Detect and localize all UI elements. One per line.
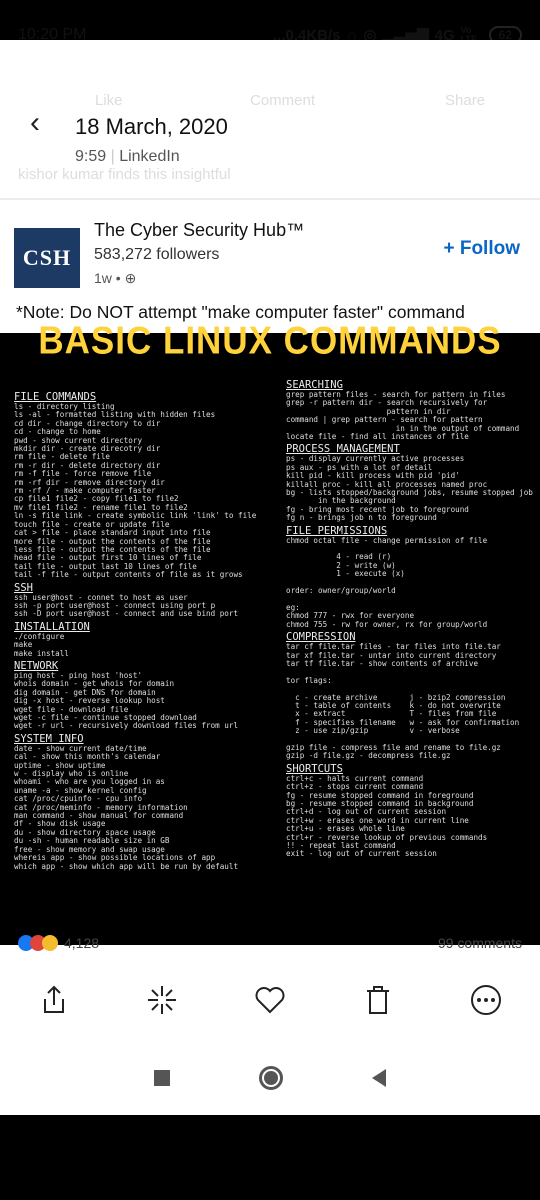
screenshot-header: ‹ 18 March, 2020 9:59 | LinkedIn xyxy=(0,70,540,170)
cheatsheet-section-heading: INSTALLATION xyxy=(14,620,90,633)
cheatsheet-line: ssh -D port user@host - connect and use … xyxy=(14,609,239,619)
cheatsheet-line: 1 - execute (x) xyxy=(286,569,405,579)
system-nav xyxy=(0,1040,540,1115)
cheatsheet-line: order: owner/group/world xyxy=(286,586,396,596)
cheatsheet-section-heading: SHORTCUTS xyxy=(286,762,343,775)
image-left-column: FILE COMMANDS ls - directory listing ls -a… xyxy=(14,389,276,871)
cheatsheet-line: ./configure xyxy=(14,631,65,641)
cheatsheet-section-heading: FILE PERMISSIONS xyxy=(286,524,388,537)
home-button[interactable] xyxy=(258,1065,283,1090)
image-title: BASIC LINUX COMMANDS xyxy=(38,318,502,363)
back-button[interactable] xyxy=(371,1068,386,1087)
cheatsheet-line: fg n - brings job n to foreground xyxy=(286,513,437,523)
linkedin-post-screen: Like Comment Share kishor kumar finds th… xyxy=(0,40,540,1115)
cheatsheet-line: chmod octal file - change permission of … xyxy=(286,535,488,545)
cheatsheet-line: z - use zip/gzip v - verbose xyxy=(286,726,460,736)
reaction-count: 4,128 xyxy=(64,935,100,951)
cheatsheet-section-heading: SSH xyxy=(14,581,33,594)
insightful-reaction-icon xyxy=(42,935,58,951)
reactions-summary[interactable]: 4,128 xyxy=(18,935,99,951)
follow-button[interactable]: + Follow xyxy=(443,238,520,260)
share-icon[interactable] xyxy=(34,980,74,1020)
comment-count[interactable]: 99 comments xyxy=(438,935,522,951)
heart-icon[interactable] xyxy=(250,980,290,1020)
cheatsheet-line: tor flags: xyxy=(286,675,332,685)
cheatsheet-line xyxy=(286,596,538,604)
cheatsheet-line: make install xyxy=(14,648,69,658)
cheatsheet-line: tar tf file.tar - show contents of archi… xyxy=(286,658,479,668)
post-header: CSH The Cyber Security Hub™ 583,272 foll… xyxy=(14,220,526,288)
bottom-black-bar xyxy=(0,1115,540,1200)
cheatsheet-line: which app - show which app will be run b… xyxy=(14,861,239,871)
screenshot-subtitle: 9:59 | LinkedIn xyxy=(75,148,180,165)
cheatsheet-line: chmod 755 - rw for owner, rx for group/w… xyxy=(286,619,488,629)
author-logo[interactable]: CSH xyxy=(14,228,80,288)
cheatsheet-line: gzip -d file.gz - decompress file.gz xyxy=(286,751,451,761)
cheatsheet-line: wget -r url - recursively download files… xyxy=(14,721,239,731)
screenshot-date: 18 March, 2020 xyxy=(75,114,228,139)
post-age: 1w • ⊕ xyxy=(94,270,136,287)
header-source: LinkedIn xyxy=(119,148,180,165)
divider xyxy=(0,198,540,200)
action-bar xyxy=(0,960,540,1040)
author-name[interactable]: The Cyber Security Hub™ xyxy=(94,220,304,241)
post-age-text: 1w • xyxy=(94,270,121,286)
globe-icon: ⊕ xyxy=(124,270,137,286)
cheatsheet-line: locate file - find all instances of file xyxy=(286,432,469,442)
back-icon[interactable]: ‹ xyxy=(30,108,40,138)
header-time: 9:59 xyxy=(75,148,107,165)
image-right-column: SEARCHING grep pattern files - search for… xyxy=(286,377,538,859)
delete-icon[interactable] xyxy=(358,980,398,1020)
follower-count: 583,272 followers xyxy=(94,246,220,263)
cheatsheet-line: tail -f file - output contents of file a… xyxy=(14,570,243,580)
recents-button[interactable] xyxy=(154,1069,171,1086)
cheatsheet-section-heading: SYSTEM INFO xyxy=(14,732,84,745)
cheatsheet-line: exit - log out of current session xyxy=(286,849,437,859)
post-image[interactable]: BASIC LINUX COMMANDS FILE COMMANDS ls - d… xyxy=(0,318,540,945)
more-options-icon[interactable] xyxy=(466,980,506,1020)
sparkle-icon[interactable] xyxy=(142,980,182,1020)
